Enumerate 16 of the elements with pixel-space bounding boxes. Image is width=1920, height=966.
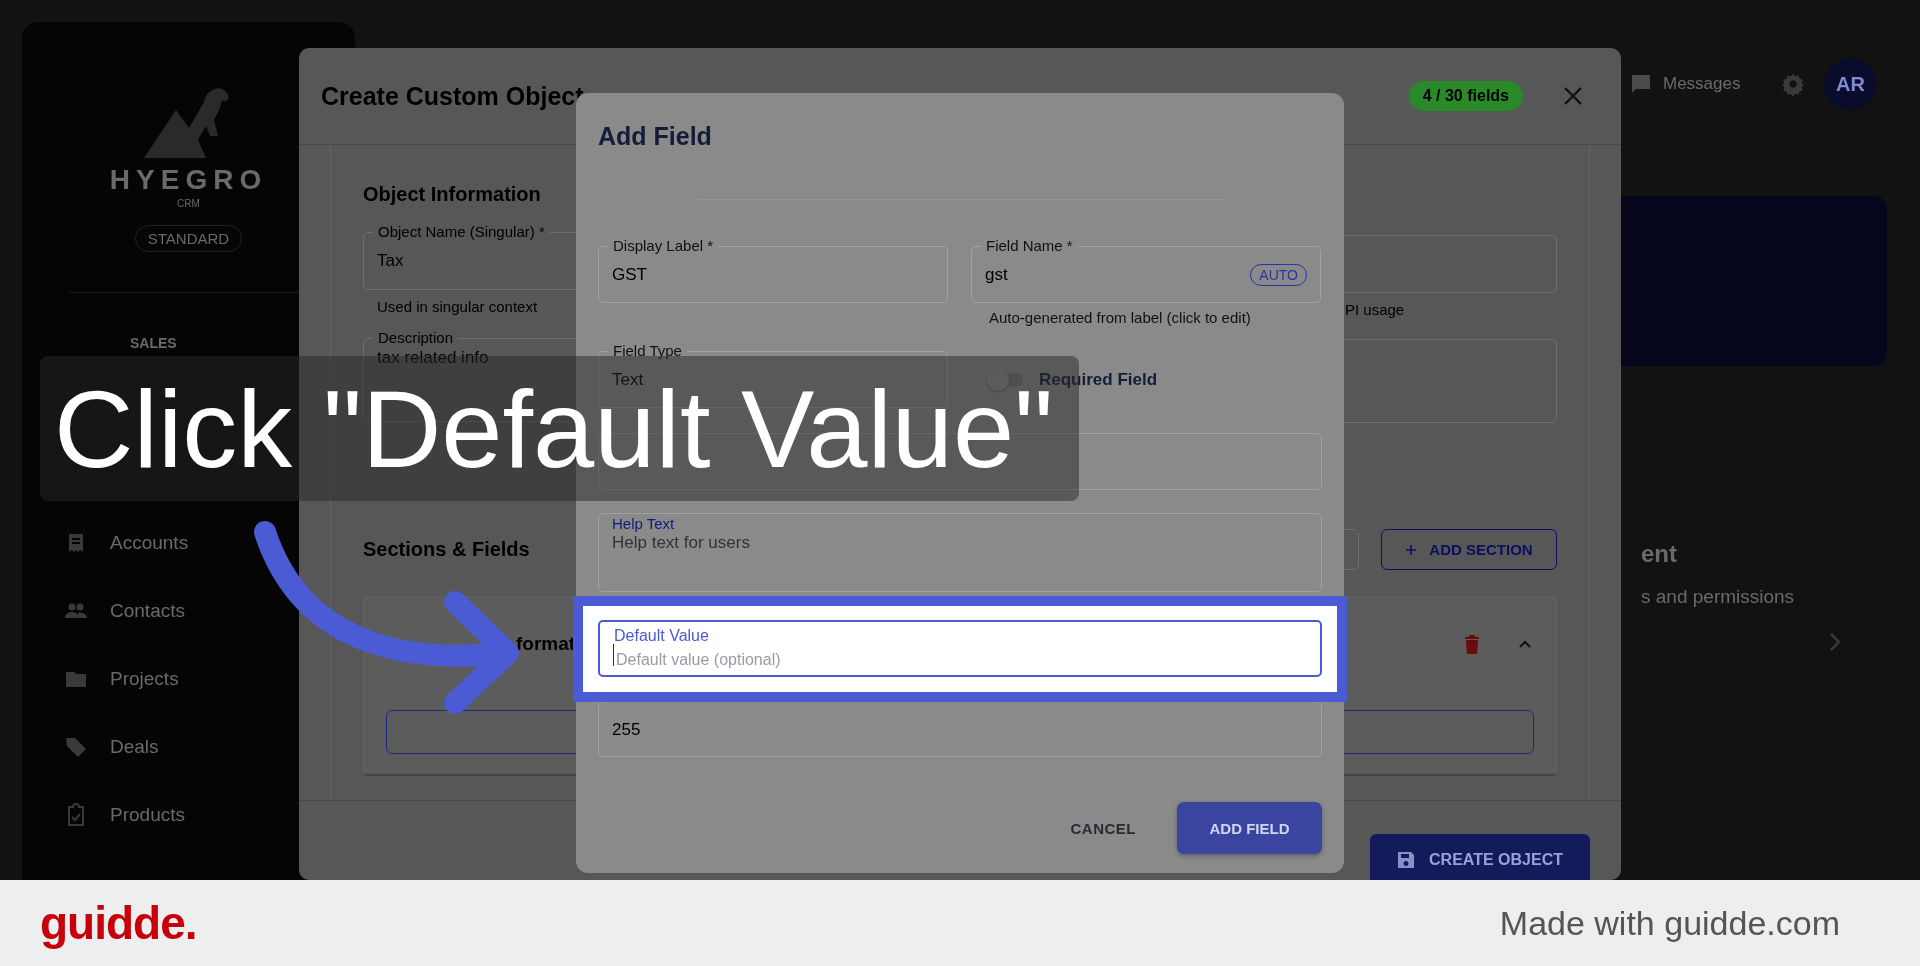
panel-text: s and permissions: [1641, 586, 1796, 608]
logo-text: HYEGRO: [109, 164, 268, 196]
section-heading: Sections & Fields: [363, 538, 530, 561]
toggle-label: Required Field: [1039, 369, 1158, 389]
section-title: format: [516, 632, 576, 655]
section-heading: Object Information: [363, 183, 542, 206]
helper-text: Used in singular context: [377, 298, 539, 316]
credit-text: Made with guidde.com: [1499, 903, 1840, 943]
dialog-title: Add Field: [598, 121, 713, 151]
helper-text: Auto-generated from label (click to edit): [989, 309, 1252, 327]
panel-heading: ent: [1641, 540, 1678, 568]
brand-logo: guidde.: [40, 896, 197, 950]
helper-text: PI usage: [1345, 301, 1406, 319]
logo-subtext: CRM: [177, 198, 200, 209]
section-label: SALES: [130, 335, 177, 351]
field-count-badge: 4 / 30 fields: [1408, 81, 1523, 111]
